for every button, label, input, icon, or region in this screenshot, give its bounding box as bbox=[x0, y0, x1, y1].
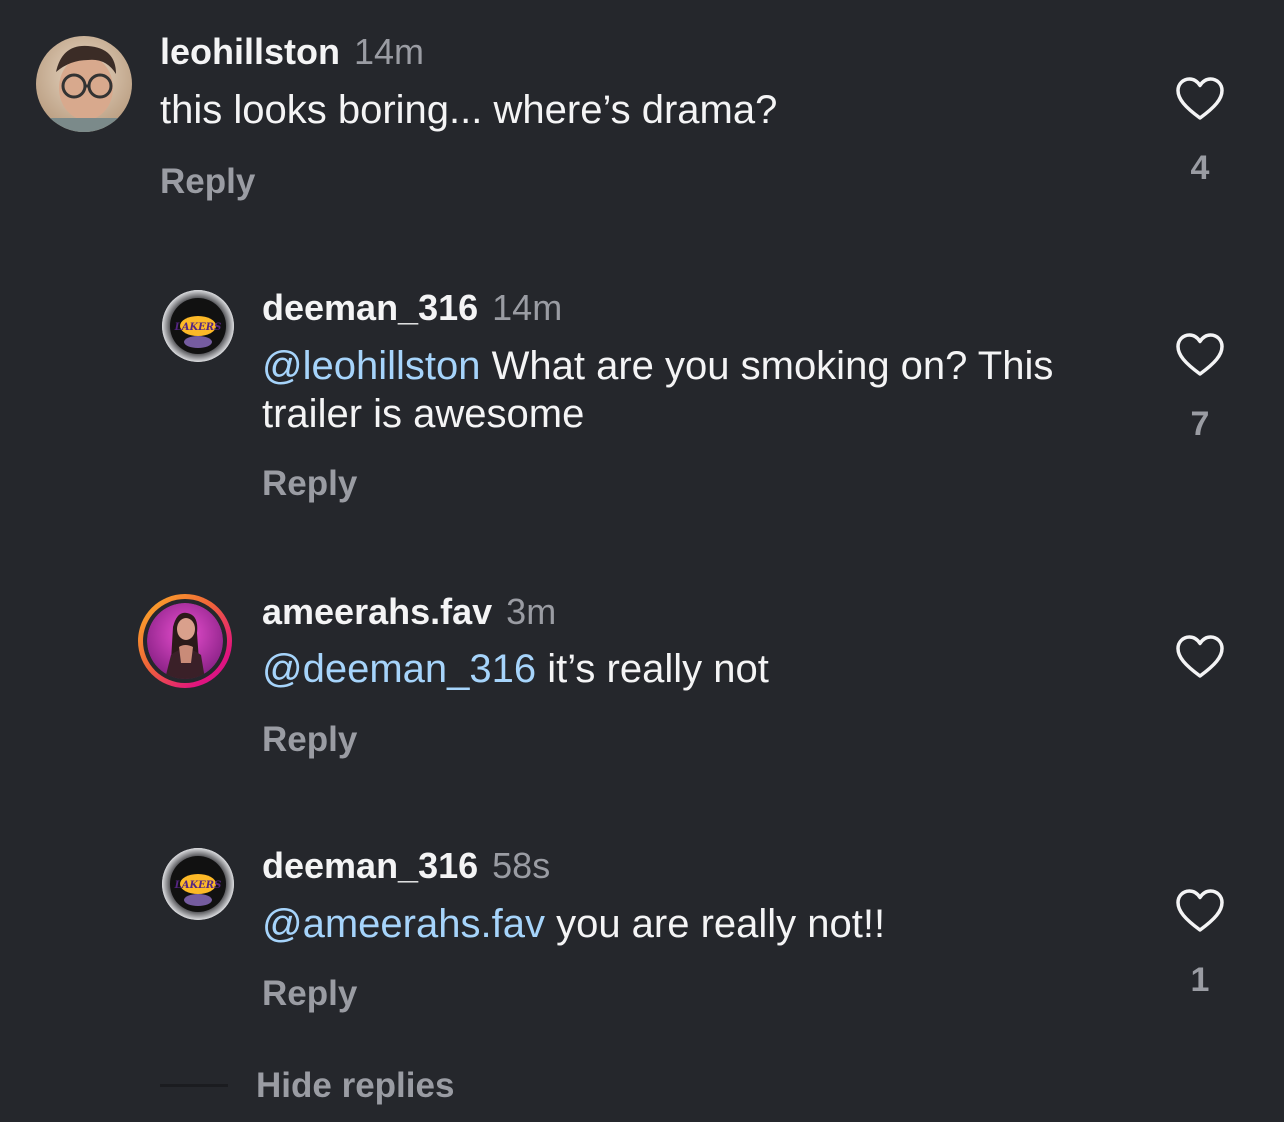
comment-body: you are really not!! bbox=[544, 902, 886, 946]
mention-link[interactable]: @ameerahs.fav bbox=[262, 902, 545, 946]
comment-header: deeman_316 14m bbox=[262, 288, 562, 328]
avatar[interactable]: LAKERS bbox=[162, 848, 234, 920]
reply-button[interactable]: Reply bbox=[262, 464, 357, 504]
like-count: 4 bbox=[1190, 149, 1210, 187]
like-count: 7 bbox=[1190, 405, 1210, 443]
username[interactable]: deeman_316 bbox=[262, 845, 478, 886]
lakers-logo-icon: LAKERS bbox=[162, 290, 234, 362]
avatar[interactable]: LAKERS bbox=[162, 290, 234, 362]
like-control bbox=[1168, 634, 1232, 706]
comment-text: @leohillston What are you smoking on? Th… bbox=[262, 342, 1122, 438]
heart-icon[interactable] bbox=[1175, 634, 1225, 680]
heart-icon[interactable] bbox=[1175, 332, 1225, 378]
hide-replies-button[interactable]: Hide replies bbox=[256, 1066, 454, 1106]
comment-body: it’s really not bbox=[536, 647, 769, 691]
comment-text: @ameerahs.fav you are really not!! bbox=[262, 900, 1162, 948]
comment-header: leohillston 14m bbox=[160, 32, 424, 72]
username[interactable]: ameerahs.fav bbox=[262, 591, 492, 632]
username[interactable]: leohillston bbox=[160, 31, 340, 72]
timestamp: 58s bbox=[492, 845, 551, 886]
mention-link[interactable]: @leohillston bbox=[262, 344, 481, 388]
lakers-logo-icon: LAKERS bbox=[162, 848, 234, 920]
reply-button[interactable]: Reply bbox=[160, 162, 255, 202]
reply-button[interactable]: Reply bbox=[262, 974, 357, 1014]
heart-icon[interactable] bbox=[1175, 888, 1225, 934]
comment-text: @deeman_316 it’s really not bbox=[262, 645, 1162, 693]
comments-thread: leohillston 14m this looks boring... whe… bbox=[0, 0, 1284, 1122]
mention-link[interactable]: @deeman_316 bbox=[262, 647, 536, 691]
thread-divider bbox=[160, 1084, 228, 1087]
like-count: 1 bbox=[1190, 961, 1210, 999]
comment-header: deeman_316 58s bbox=[262, 846, 550, 886]
timestamp: 3m bbox=[506, 591, 557, 632]
user-photo-icon bbox=[147, 603, 223, 679]
comment-text: this looks boring... where’s drama? bbox=[160, 86, 1060, 134]
heart-icon[interactable] bbox=[1175, 76, 1225, 122]
like-control: 1 bbox=[1168, 888, 1232, 1000]
avatar-story-ring[interactable] bbox=[138, 594, 232, 688]
timestamp: 14m bbox=[354, 31, 425, 72]
avatar[interactable] bbox=[36, 36, 132, 132]
logo-text: LAKERS bbox=[174, 880, 222, 891]
comment-header: ameerahs.fav 3m bbox=[262, 592, 556, 632]
like-control: 4 bbox=[1168, 76, 1232, 188]
timestamp: 14m bbox=[492, 287, 563, 328]
username[interactable]: deeman_316 bbox=[262, 287, 478, 328]
user-photo-icon bbox=[36, 36, 132, 132]
logo-text: LAKERS bbox=[174, 322, 222, 333]
like-control: 7 bbox=[1168, 332, 1232, 444]
reply-button[interactable]: Reply bbox=[262, 720, 357, 760]
comment-body: this looks boring... where’s drama? bbox=[160, 88, 778, 132]
